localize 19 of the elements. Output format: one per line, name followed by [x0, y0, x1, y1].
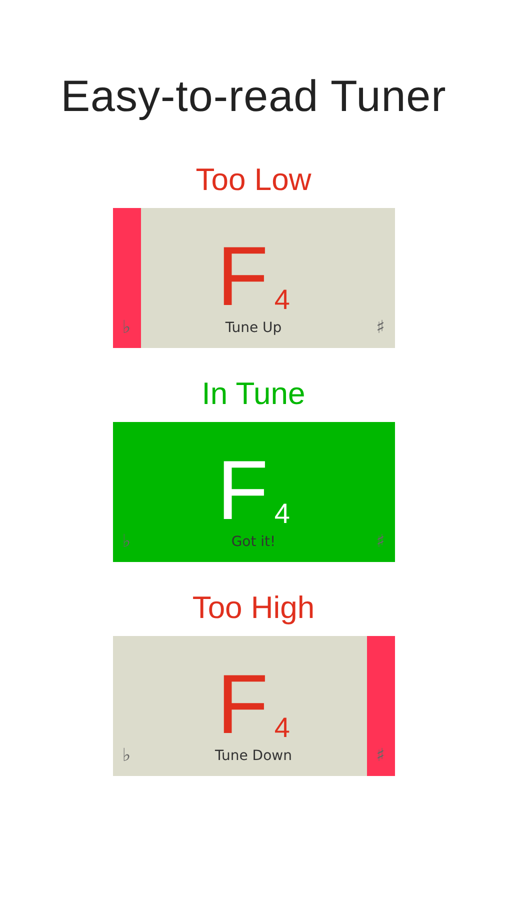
octave-number: 4 — [274, 498, 290, 530]
tuning-hint: Tune Down — [214, 747, 293, 764]
sharp-sign: ♯ — [376, 318, 385, 338]
octave-number: 4 — [274, 284, 290, 316]
tuning-status: Too High — [192, 590, 315, 626]
sharp-sign: ♯ — [376, 746, 385, 766]
flat-sign: ♭ — [122, 746, 131, 766]
tuning-status: In Tune — [202, 376, 306, 412]
tuning-hint: Got it! — [230, 533, 277, 550]
octave-number: 4 — [274, 712, 290, 744]
flat-sign: ♭ — [122, 318, 131, 338]
tuning-hint: Tune Up — [224, 319, 283, 336]
tuning-status: Too Low — [196, 162, 312, 198]
app-title: Easy-to-read Tuner — [60, 72, 446, 122]
sharp-sign: ♯ — [376, 532, 385, 552]
note-name: F — [217, 236, 268, 316]
flat-sign: ♭ — [122, 532, 131, 552]
note-name: F — [217, 450, 268, 530]
note-name: F — [217, 664, 268, 744]
